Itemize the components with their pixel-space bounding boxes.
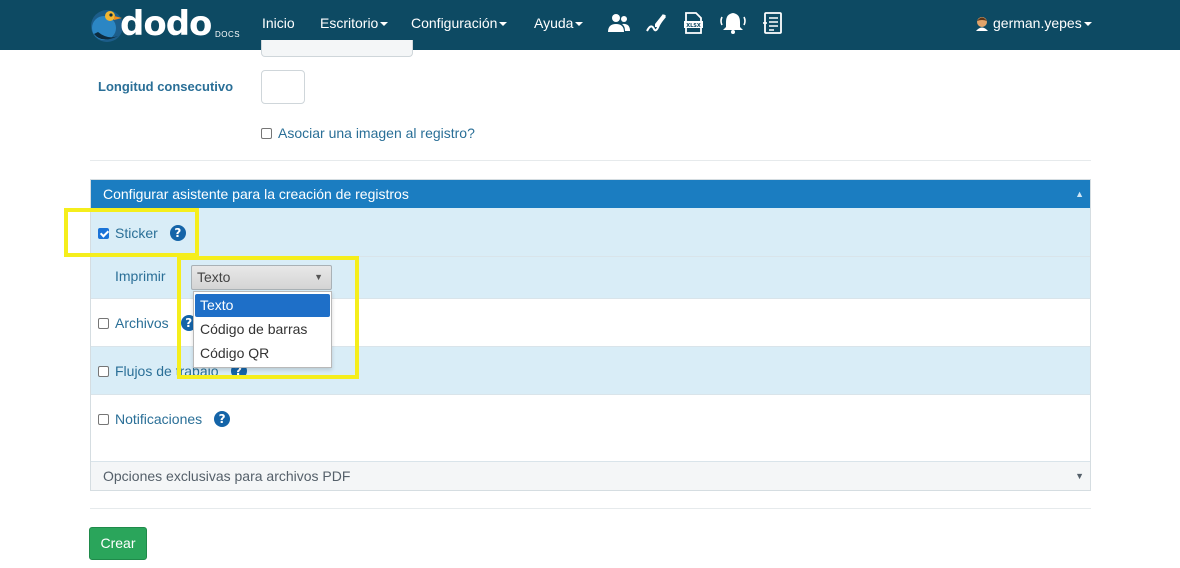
users-icon[interactable] xyxy=(607,11,631,35)
divider xyxy=(90,508,1091,509)
crear-button[interactable]: Crear xyxy=(89,527,147,560)
user-name: german.yepes xyxy=(993,15,1082,31)
nav-escritorio-label: Escritorio xyxy=(320,15,379,31)
archivos-label: Archivos xyxy=(115,315,169,331)
caret-down-icon xyxy=(1083,22,1092,27)
pdf-options-title: Opciones exclusivas para archivos PDF xyxy=(103,468,351,484)
highlight-imprimir xyxy=(177,256,359,379)
user-avatar-icon xyxy=(976,17,988,32)
dodo-logo[interactable]: dodo DOCS xyxy=(88,4,241,46)
help-icon[interactable]: ? xyxy=(214,411,231,427)
user-menu[interactable]: german.yepes xyxy=(974,0,1092,50)
signature-icon[interactable] xyxy=(645,11,669,35)
logo-subtext: DOCS xyxy=(215,30,241,39)
wizard-panel-header[interactable]: Configurar asistente para la creación de… xyxy=(91,180,1090,208)
notificaciones-option[interactable]: Notificaciones ? xyxy=(98,411,231,427)
divider xyxy=(90,160,1091,161)
document-list-icon[interactable] xyxy=(761,11,785,35)
triangle-up-icon[interactable]: ▲ xyxy=(1075,180,1084,208)
notificaciones-row: Notificaciones ? xyxy=(91,395,1090,461)
asociar-imagen-checkbox[interactable] xyxy=(261,127,272,139)
sticker-row: Sticker ? xyxy=(91,208,1090,257)
xlsx-file-icon[interactable]: XLSX xyxy=(681,11,705,35)
asociar-imagen-option[interactable]: Asociar una imagen al registro? xyxy=(261,125,475,141)
caret-down-icon xyxy=(575,22,584,27)
triangle-down-icon[interactable]: ▼ xyxy=(1075,462,1084,490)
longitud-consecutivo-input[interactable] xyxy=(261,70,305,104)
caret-down-icon xyxy=(499,22,508,27)
longitud-consecutivo-label: Longitud consecutivo xyxy=(98,79,234,94)
wizard-panel-title: Configurar asistente para la creación de… xyxy=(103,186,409,202)
nav-ayuda[interactable]: Ayuda xyxy=(534,0,584,50)
nav-inicio-label: Inicio xyxy=(262,15,295,31)
caret-down-icon xyxy=(380,22,389,27)
bell-icon[interactable] xyxy=(719,11,747,35)
imprimir-label: Imprimir xyxy=(115,268,166,284)
logo-text: dodo xyxy=(120,4,212,44)
nav-ayuda-label: Ayuda xyxy=(534,15,574,31)
asociar-imagen-label: Asociar una imagen al registro? xyxy=(278,125,475,141)
nav-configuracion-label: Configuración xyxy=(411,15,498,31)
highlight-sticker xyxy=(64,208,199,257)
pdf-options-panel-header[interactable]: Opciones exclusivas para archivos PDF ▼ xyxy=(91,461,1090,490)
flujos-checkbox[interactable] xyxy=(98,365,109,377)
top-navbar: dodo DOCS Inicio Escritorio Configuració… xyxy=(0,0,1180,50)
estado-select[interactable] xyxy=(261,40,413,57)
archivos-checkbox[interactable] xyxy=(98,317,109,329)
nav-configuracion[interactable]: Configuración xyxy=(411,0,508,50)
svg-text:XLSX: XLSX xyxy=(686,23,701,29)
notificaciones-checkbox[interactable] xyxy=(98,413,109,425)
notificaciones-label: Notificaciones xyxy=(115,411,203,427)
